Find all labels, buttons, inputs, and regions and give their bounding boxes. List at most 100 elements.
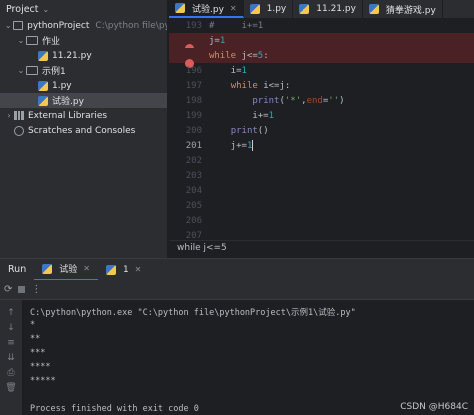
chevron-down-icon[interactable]: ⌄	[43, 5, 50, 14]
line-number[interactable]: 206	[169, 216, 207, 226]
run-tab[interactable]: 试验 ✕	[34, 259, 98, 281]
folder-icon	[12, 21, 24, 30]
rerun-icon[interactable]: ⟳	[4, 284, 12, 295]
line-number[interactable]: 197	[169, 81, 207, 91]
line-number-text: 197	[185, 80, 202, 91]
line-number[interactable]: 199	[169, 111, 207, 121]
code-line[interactable]: 197 while i<=j:	[169, 78, 474, 93]
run-tab[interactable]: 1 ✕	[98, 259, 149, 281]
run-tab-label: 1	[122, 264, 129, 275]
python-file-icon	[38, 50, 48, 61]
line-number[interactable]: 198	[169, 96, 207, 106]
close-icon[interactable]: ✕	[135, 265, 142, 274]
print-icon[interactable]: ⎙	[7, 368, 14, 378]
line-number[interactable]: 207	[169, 231, 207, 241]
tree-item[interactable]: Scratches and Consoles	[0, 123, 167, 138]
arrow-up-icon[interactable]: ↑	[7, 308, 15, 318]
run-tabs: 试验 ✕ 1 ✕	[34, 259, 149, 281]
tree-item[interactable]: 11.21.py	[0, 48, 167, 63]
code-line[interactable]: j=1	[169, 33, 474, 53]
console-line: C:\python\python.exe "C:\python file\pyt…	[30, 308, 356, 318]
project-header[interactable]: Project ⌄	[0, 0, 167, 18]
line-number[interactable]: 203	[169, 171, 207, 181]
code-text: i=1	[209, 65, 247, 76]
console-line: ****	[30, 362, 51, 372]
python-file-icon	[42, 263, 53, 274]
code-text: j=1	[209, 35, 226, 46]
line-number[interactable]: 202	[169, 156, 207, 166]
editor-tab[interactable]: 11.21.py	[293, 0, 363, 18]
breadcrumb-item[interactable]: while j<=5	[177, 243, 227, 253]
console-line: *****	[30, 376, 56, 386]
close-icon[interactable]: ✕	[230, 4, 237, 13]
code-line[interactable]: 196 i=1	[169, 63, 474, 78]
more-icon[interactable]: ⋮	[31, 284, 41, 295]
tree-item[interactable]: ⌄ 示例1	[0, 63, 167, 78]
line-number-text: 204	[185, 185, 202, 196]
scroll-to-end-icon[interactable]: ⇊	[7, 353, 15, 363]
tree-item-label: Scratches and Consoles	[28, 125, 136, 136]
tree-item-label: 试验.py	[52, 97, 84, 107]
code-text: print('*',end='')	[252, 95, 345, 106]
tree-item-label: pythonProject	[27, 20, 90, 31]
project-panel: Project ⌄ ⌄ pythonProject C:\python file\p…	[0, 0, 168, 258]
tree-item[interactable]: › External Libraries	[0, 108, 167, 123]
tree-item[interactable]: ⌄ pythonProject C:\python file\pyth	[0, 18, 167, 33]
code-line[interactable]: 206	[169, 213, 474, 228]
line-number[interactable]: 193	[169, 21, 207, 31]
breadcrumb[interactable]: while j<=5	[169, 240, 474, 256]
line-number[interactable]: 205	[169, 201, 207, 211]
tree-item-label: 示例1	[42, 67, 66, 77]
line-number-text: 199	[185, 110, 202, 121]
code-line[interactable]: 203	[169, 168, 474, 183]
tree-item[interactable]: 1.py	[0, 78, 167, 93]
library-icon	[14, 111, 25, 120]
code-line[interactable]: 202	[169, 153, 474, 168]
stop-icon[interactable]	[18, 286, 26, 293]
chevron-right-icon[interactable]: ›	[4, 111, 14, 120]
project-path-hint: C:\python file\pyth	[95, 20, 167, 31]
editor-tab[interactable]: 试验.py ✕	[169, 0, 244, 18]
code-line[interactable]: 193 # i+=1	[169, 18, 474, 33]
line-number-text: 206	[185, 215, 202, 226]
code-line[interactable]: 204	[169, 183, 474, 198]
tree-item[interactable]: 试验.py	[0, 93, 167, 108]
line-number[interactable]: 196	[169, 66, 207, 76]
text-caret	[252, 140, 254, 151]
code-line[interactable]: 200 print()	[169, 123, 474, 138]
code-text: j+=1	[209, 140, 254, 151]
python-file-icon	[38, 95, 48, 106]
code-line[interactable]: 199 i+=1	[169, 108, 474, 123]
run-tab-label: 试验	[59, 265, 78, 275]
line-number-text: 203	[185, 170, 202, 181]
editor-tab[interactable]: 猜拳游戏.py	[363, 0, 443, 18]
code-line[interactable]: 201 j+=1	[169, 138, 474, 153]
tree-item[interactable]: ⌄ 作业	[0, 33, 167, 48]
run-toolbar: ⟳ ⋮	[0, 280, 474, 300]
tree-item-label: External Libraries	[28, 110, 108, 121]
code-text: while i<=j:	[230, 80, 291, 91]
line-number[interactable]: 201	[169, 141, 207, 151]
chevron-down-icon[interactable]: ⌄	[4, 21, 13, 30]
project-title: Project	[6, 3, 39, 15]
editor-tab-label: 试验.py	[192, 4, 224, 15]
trash-icon[interactable]: 🗑	[5, 383, 16, 393]
editor-tab-label: 11.21.py	[316, 4, 356, 14]
soft-wrap-icon[interactable]: ≡	[7, 338, 15, 348]
code-line[interactable]: 198 print('*',end='')	[169, 93, 474, 108]
console-output[interactable]: C:\python\python.exe "C:\python file\pyt…	[22, 300, 474, 415]
code-line[interactable]: 205	[169, 198, 474, 213]
chevron-down-icon[interactable]: ⌄	[16, 36, 26, 45]
code-editor[interactable]: 193 # i+=1 j=1 while j<=5: 196 i=1 197 while …	[169, 18, 474, 240]
line-number[interactable]: 204	[169, 186, 207, 196]
arrow-down-icon[interactable]: ↓	[7, 323, 15, 333]
code-line[interactable]: while j<=5:	[169, 48, 474, 68]
chevron-down-icon[interactable]: ⌄	[16, 66, 26, 75]
code-text: while j<=5:	[209, 50, 269, 61]
run-panel-header: Run 试验 ✕ 1 ✕	[0, 258, 474, 281]
close-icon[interactable]: ✕	[83, 264, 90, 273]
editor-tab-label: 猜拳游戏.py	[385, 5, 436, 16]
code-line[interactable]: 207	[169, 228, 474, 241]
editor-tab[interactable]: 1.py	[244, 0, 294, 18]
line-number[interactable]: 200	[169, 126, 207, 136]
